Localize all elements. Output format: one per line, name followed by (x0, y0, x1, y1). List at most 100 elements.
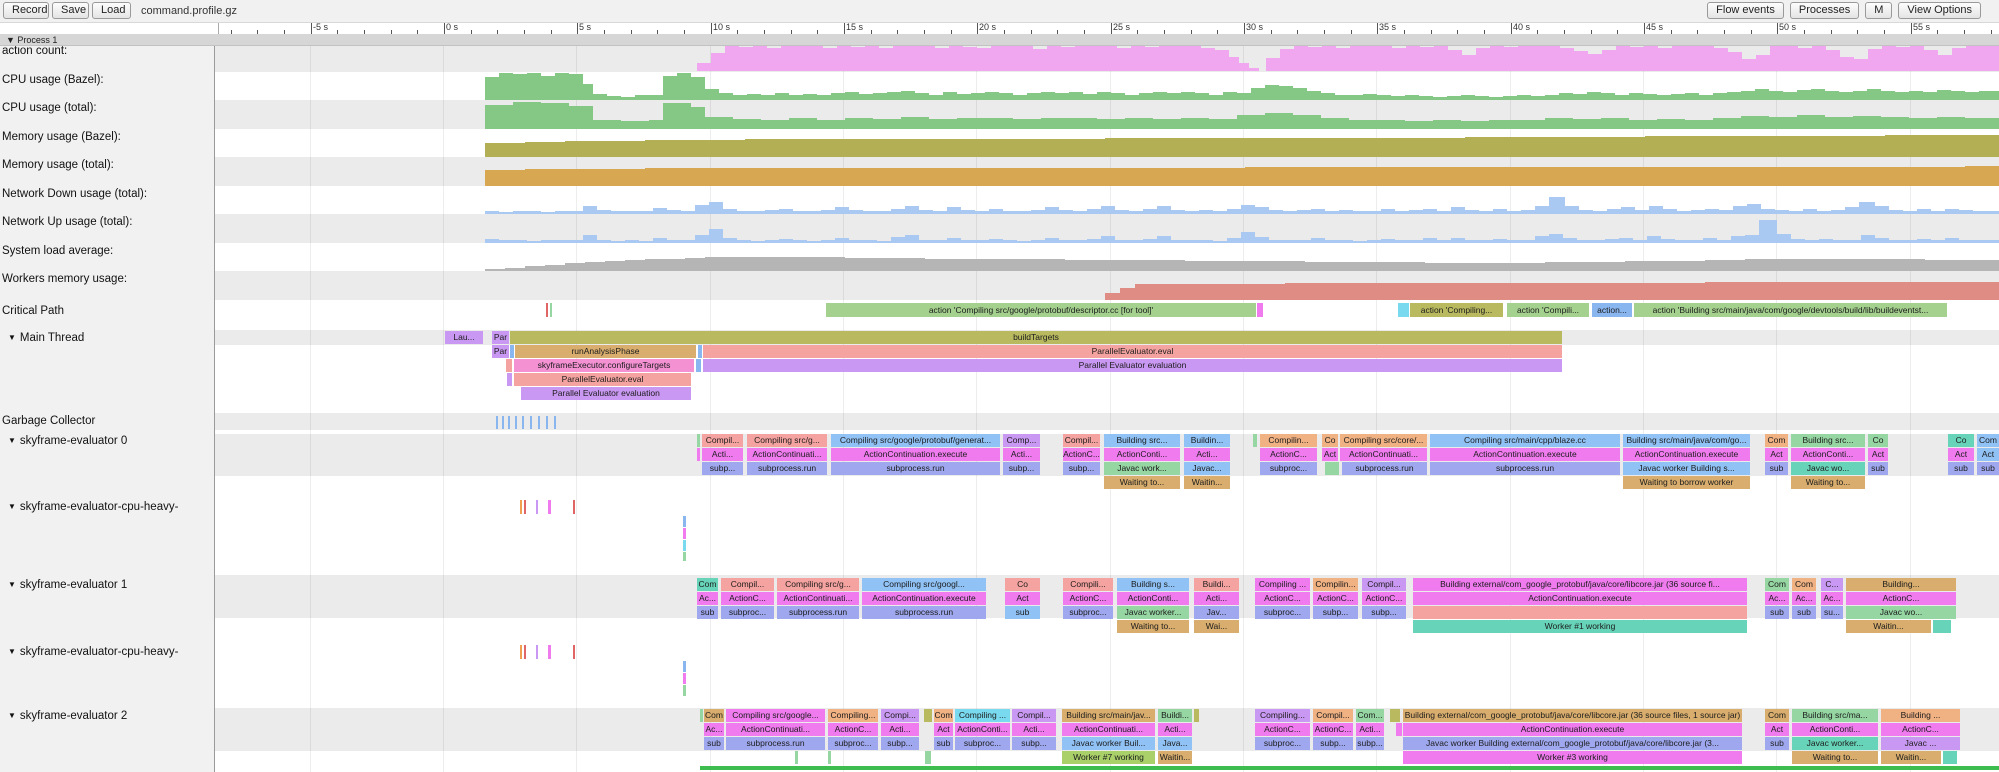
cpu-bazel-counter-bar[interactable] (999, 93, 1013, 100)
cpu-bazel-counter-bar[interactable] (663, 76, 677, 100)
skyframe-evaluator-2-event-bar[interactable]: Building ... (1881, 709, 1960, 722)
cpu-total-counter-bar[interactable] (761, 120, 789, 129)
critical-path-event-bar[interactable] (1257, 303, 1263, 317)
workers-mem-counter-bar[interactable] (1135, 284, 1165, 300)
net-down-counter-bar[interactable] (1875, 206, 1889, 214)
sys-load-counter-bar[interactable] (905, 258, 925, 271)
sys-load-counter-bar[interactable] (565, 263, 585, 271)
cpu-bazel-counter-bar[interactable] (775, 93, 789, 100)
cpu-bazel-counter-bar[interactable] (1013, 95, 1027, 100)
net-down-counter-bar[interactable] (1479, 211, 1493, 214)
action-count-counter-bar[interactable] (1882, 45, 1896, 71)
main-thread-event-bar[interactable]: Parallel Evaluator evaluation (521, 387, 691, 400)
net-down-counter-bar[interactable] (1143, 209, 1157, 214)
cpu-bazel-counter-bar[interactable] (1279, 86, 1293, 100)
skyframe-evaluator-1-event-bar[interactable]: ActionC... (1255, 592, 1310, 605)
sys-load-counter-bar[interactable] (1485, 263, 1505, 271)
cpu-bazel-counter-bar[interactable] (1461, 95, 1475, 100)
action-count-counter-bar[interactable] (921, 45, 935, 71)
sys-load-counter-bar[interactable] (745, 257, 765, 271)
net-up-counter-bar[interactable] (583, 235, 597, 243)
sys-load-counter-bar[interactable] (1725, 260, 1745, 271)
net-up-counter-bar[interactable] (1619, 238, 1633, 243)
cpu-bazel-counter-bar[interactable] (1391, 96, 1405, 100)
mem-total-counter-bar[interactable] (825, 168, 885, 186)
cpu-total-counter-bar[interactable] (789, 118, 817, 129)
action-count-counter-bar[interactable] (1239, 63, 1249, 71)
skyframe-evaluator-1-event-bar[interactable]: ActionContinuation.execute (862, 592, 986, 605)
sys-load-counter-bar[interactable] (585, 262, 605, 271)
cpu-bazel-counter-bar[interactable] (719, 93, 733, 100)
cpu-total-counter-bar[interactable] (1069, 118, 1097, 129)
cpu-bazel-counter-bar[interactable] (1699, 95, 1713, 100)
mem-total-counter-bar[interactable] (1125, 168, 1185, 186)
net-up-counter-bar[interactable] (541, 240, 555, 243)
mem-total-counter-bar[interactable] (525, 169, 585, 186)
net-down-counter-bar[interactable] (1353, 211, 1367, 214)
skyframe-evaluator-0-event-bar[interactable] (697, 448, 700, 461)
cpu-bazel-counter-bar[interactable] (1573, 94, 1587, 100)
action-count-counter-bar[interactable] (1910, 45, 1924, 71)
collapse-triangle-icon[interactable]: ▼ (8, 436, 16, 445)
skyframe-evaluator-1-event-bar[interactable]: sub (1005, 606, 1040, 619)
sys-load-counter-bar[interactable] (1625, 261, 1645, 271)
net-down-counter-bar[interactable] (933, 211, 947, 214)
net-up-counter-bar[interactable] (513, 240, 527, 243)
skyframe-evaluator-1-event-bar[interactable]: Compiling src/g... (777, 578, 859, 591)
mem-total-counter-bar[interactable] (1485, 167, 1545, 186)
skyframe-evaluator-1-event-bar[interactable]: Javac worker... (1117, 606, 1189, 619)
net-down-counter-bar[interactable] (961, 210, 975, 214)
skyframe-evaluator-0-event-bar[interactable]: Acti... (1003, 448, 1040, 461)
flow-events-button[interactable]: Flow events (1707, 2, 1784, 19)
skyframe-evaluator-2-event-bar[interactable]: ActionC... (1881, 723, 1960, 736)
net-up-counter-bar[interactable] (1297, 240, 1311, 243)
skyframe-evaluator-2-event-bar[interactable]: Com (704, 709, 724, 722)
sys-load-counter-bar[interactable] (1305, 262, 1325, 271)
net-up-counter-bar[interactable] (1325, 240, 1339, 243)
cpu-bazel-counter-bar[interactable] (803, 94, 817, 100)
skyframe-evaluator-1-event-bar[interactable]: Compil... (721, 578, 774, 591)
sys-load-counter-bar[interactable] (1825, 259, 1845, 271)
skyframe-evaluator-2-event-bar[interactable] (700, 766, 1999, 770)
sys-load-counter-bar[interactable] (1285, 261, 1305, 271)
cpu-bazel-counter-bar[interactable] (1503, 96, 1517, 100)
skyframe-evaluator-2-event-bar[interactable] (1390, 709, 1400, 722)
action-count-counter-bar[interactable] (1350, 45, 1364, 71)
net-up-counter-bar[interactable] (1777, 234, 1791, 243)
action-count-counter-bar[interactable] (1280, 49, 1294, 71)
mem-bazel-counter-bar[interactable] (1525, 137, 1585, 157)
net-down-counter-bar[interactable] (709, 202, 723, 214)
sys-load-counter-bar[interactable] (805, 257, 825, 271)
net-up-counter-bar[interactable] (877, 241, 891, 243)
net-up-counter-bar[interactable] (1731, 236, 1745, 243)
skyframe-evaluator-0-event-bar[interactable]: Building src... (1791, 434, 1865, 447)
skyframe-evaluator-0-event-bar[interactable]: subp... (702, 462, 743, 475)
workers-mem-counter-bar[interactable] (1885, 282, 1945, 300)
skyframe-evaluator-2-event-bar[interactable]: Com... (1356, 709, 1384, 722)
cpu-total-counter-bar[interactable] (1377, 120, 1405, 129)
load-button[interactable]: Load (92, 2, 131, 19)
cpu-bazel-counter-bar[interactable] (593, 94, 607, 100)
net-up-counter-bar[interactable] (555, 240, 569, 243)
skyframe-evaluator-2-event-bar[interactable]: Compiling... (1255, 709, 1310, 722)
skyframe-evaluator-1-event-bar[interactable]: subp... (1362, 606, 1406, 619)
sys-load-counter-bar[interactable] (1845, 259, 1865, 271)
skyframe-evaluator-0-event-bar[interactable]: ActionConti... (1104, 448, 1180, 461)
net-down-counter-bar[interactable] (1917, 209, 1931, 214)
critical-path-event-bar[interactable]: action 'Compiling... (1410, 303, 1503, 317)
workers-mem-counter-bar[interactable] (1105, 293, 1120, 300)
skyframe-evaluator-1-event-bar[interactable]: Act (1005, 592, 1040, 605)
sys-load-counter-bar[interactable] (1465, 263, 1485, 271)
cpu-bazel-counter-bar[interactable] (831, 93, 845, 100)
net-up-counter-bar[interactable] (1073, 240, 1087, 243)
net-up-counter-bar[interactable] (961, 240, 975, 243)
skyframe-evaluator-1-event-bar[interactable] (1413, 606, 1747, 619)
action-count-counter-bar[interactable] (795, 46, 809, 71)
skyframe-evaluator-0-event-bar[interactable]: Javac worker Building s... (1623, 462, 1750, 475)
skyframe-evaluator-2-event-bar[interactable]: subp... (1313, 737, 1353, 750)
net-down-counter-bar[interactable] (975, 211, 989, 214)
mem-bazel-counter-bar[interactable] (865, 139, 925, 157)
cpu-bazel-counter-bar[interactable] (915, 93, 929, 100)
skyframe-evaluator-2-event-bar[interactable]: Waitin... (1158, 751, 1192, 764)
net-down-counter-bar[interactable] (1227, 209, 1241, 214)
